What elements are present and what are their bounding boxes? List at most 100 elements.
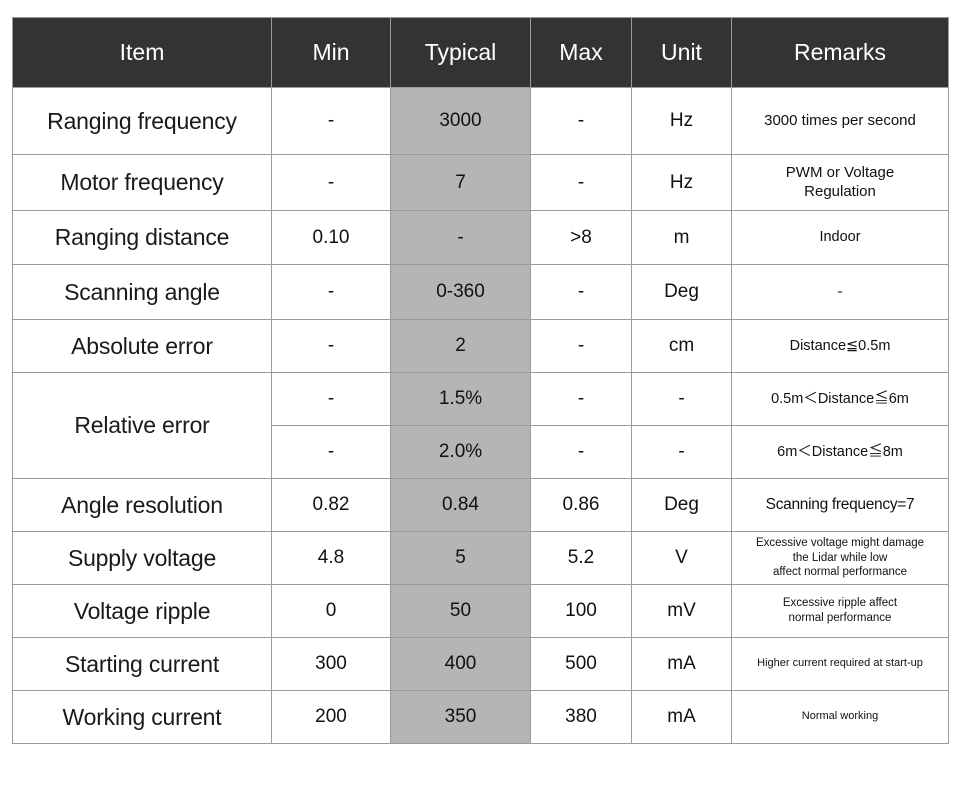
table-row: Angle resolution 0.82 0.84 0.86 Deg Scan…	[12, 478, 949, 532]
cell-unit: Hz	[631, 87, 732, 155]
cell-item: Ranging distance	[12, 210, 272, 265]
cell-typical: 0.84	[390, 478, 531, 532]
table-row: Absolute error - 2 - cm Distance≦0.5m	[12, 319, 949, 373]
table-row: Scanning angle - 0-360 - Deg -	[12, 264, 949, 320]
cell-max: 380	[530, 690, 632, 744]
column-header-typical: Typical	[390, 17, 531, 88]
cell-unit: -	[631, 372, 732, 426]
remarks-line: Regulation	[804, 182, 876, 200]
cell-item: Ranging frequency	[12, 87, 272, 155]
cell-typical: 0-360	[390, 264, 531, 320]
cell-max: 100	[530, 584, 632, 638]
table-row: Ranging distance 0.10 - >8 m Indoor	[12, 210, 949, 265]
remarks-line: normal performance	[788, 612, 892, 624]
cell-remarks: Higher current required at start-up	[731, 637, 949, 691]
remarks-line: Excessive ripple affect	[782, 597, 898, 610]
table-header: Item Min Typical Max Unit Remarks	[12, 17, 949, 88]
cell-typical: 1.5%	[390, 372, 531, 426]
cell-remarks: Indoor	[731, 210, 949, 265]
remarks-line: affect normal performance	[772, 566, 908, 579]
cell-typical: 50	[390, 584, 531, 638]
cell-unit: -	[631, 425, 732, 479]
cell-item: Angle resolution	[12, 478, 272, 532]
cell-typical: 400	[390, 637, 531, 691]
cell-item: Working current	[12, 690, 272, 744]
cell-max: 5.2	[530, 531, 632, 585]
cell-item: Voltage ripple	[12, 584, 272, 638]
cell-min: 0	[271, 584, 391, 638]
cell-item: Scanning angle	[12, 264, 272, 320]
cell-max: -	[530, 319, 632, 373]
cell-item: Absolute error	[12, 319, 272, 373]
cell-remarks: PWM or Voltage Regulation	[731, 154, 949, 211]
cell-item: Supply voltage	[12, 531, 272, 585]
table-body: Ranging frequency - 3000 - Hz 3000 times…	[12, 87, 949, 744]
specification-table: Item Min Typical Max Unit Remarks Rangin…	[12, 17, 949, 744]
table-row: Supply voltage 4.8 5 5.2 V Excessive vol…	[12, 531, 949, 585]
cell-min: -	[271, 425, 391, 479]
table-row: Motor frequency - 7 - Hz PWM or Voltage …	[12, 154, 949, 211]
cell-typical: 350	[390, 690, 531, 744]
cell-typical: 2	[390, 319, 531, 373]
table-row: Working current 200 350 380 mA Normal wo…	[12, 690, 949, 744]
cell-min: 200	[271, 690, 391, 744]
cell-max: -	[530, 264, 632, 320]
cell-max: -	[530, 154, 632, 211]
cell-min: -	[271, 154, 391, 211]
cell-typical: 2.0%	[390, 425, 531, 479]
cell-remarks: Excessive ripple affect normal performan…	[731, 584, 949, 638]
cell-min: -	[271, 372, 391, 426]
cell-min: 0.10	[271, 210, 391, 265]
cell-unit: mA	[631, 690, 732, 744]
cell-max: -	[530, 87, 632, 155]
table-row: Starting current 300 400 500 mA Higher c…	[12, 637, 949, 691]
specification-table-container: Item Min Typical Max Unit Remarks Rangin…	[12, 17, 949, 744]
cell-typical: 7	[390, 154, 531, 211]
column-header-unit: Unit	[631, 17, 732, 88]
cell-max: 500	[530, 637, 632, 691]
cell-unit: mV	[631, 584, 732, 638]
cell-unit: mA	[631, 637, 732, 691]
cell-unit: V	[631, 531, 732, 585]
column-header-min: Min	[271, 17, 391, 88]
remarks-line: Excessive voltage might damage	[755, 536, 925, 549]
cell-min: -	[271, 87, 391, 155]
cell-item: Starting current	[12, 637, 272, 691]
cell-remarks: Distance≦0.5m	[731, 319, 949, 373]
cell-unit: Deg	[631, 264, 732, 320]
header-row: Item Min Typical Max Unit Remarks	[12, 17, 949, 88]
column-header-remarks: Remarks	[731, 17, 949, 88]
cell-max: >8	[530, 210, 632, 265]
remarks-line: the Lidar while low	[792, 551, 888, 564]
cell-unit: cm	[631, 319, 732, 373]
cell-unit: Hz	[631, 154, 732, 211]
cell-remarks: Scanning frequency=7	[731, 478, 949, 532]
table-row: Voltage ripple 0 50 100 mV Excessive rip…	[12, 584, 949, 638]
remarks-line: PWM or Voltage	[785, 163, 895, 181]
column-header-max: Max	[530, 17, 632, 88]
cell-min: 4.8	[271, 531, 391, 585]
column-header-item: Item	[12, 17, 272, 88]
cell-remarks: 6m＜Distance≦8m	[731, 425, 949, 479]
cell-remarks: 0.5m＜Distance≦6m	[731, 372, 949, 426]
cell-min: 0.82	[271, 478, 391, 532]
cell-remarks: Excessive voltage might damage the Lidar…	[731, 531, 949, 585]
cell-remarks: Normal working	[731, 690, 949, 744]
table-row: Ranging frequency - 3000 - Hz 3000 times…	[12, 87, 949, 155]
cell-min: -	[271, 264, 391, 320]
cell-unit: m	[631, 210, 732, 265]
cell-remarks: 3000 times per second	[731, 87, 949, 155]
cell-typical: 5	[390, 531, 531, 585]
cell-typical: 3000	[390, 87, 531, 155]
cell-max: 0.86	[530, 478, 632, 532]
cell-max: -	[530, 425, 632, 479]
table-row: Relative error - 1.5% - - 0.5m＜Distance≦…	[12, 372, 949, 479]
cell-remarks: -	[731, 264, 949, 320]
cell-item: Relative error	[12, 372, 272, 479]
cell-min: -	[271, 319, 391, 373]
cell-max: -	[530, 372, 632, 426]
cell-item: Motor frequency	[12, 154, 272, 211]
cell-typical: -	[390, 210, 531, 265]
cell-unit: Deg	[631, 478, 732, 532]
cell-min: 300	[271, 637, 391, 691]
